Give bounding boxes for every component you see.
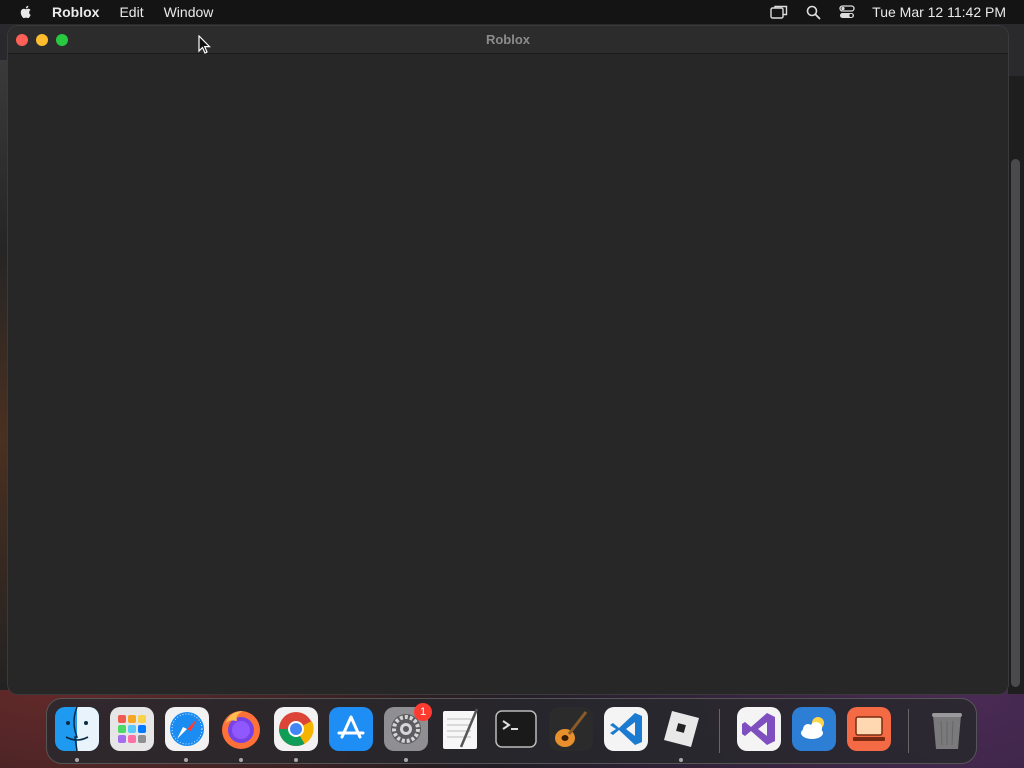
vscode-icon (604, 707, 648, 751)
textedit-icon (443, 708, 479, 749)
running-indicator (404, 758, 408, 762)
garageband-icon (549, 707, 593, 751)
dock-weather[interactable] (792, 707, 836, 751)
window-titlebar[interactable]: Roblox (8, 26, 1008, 54)
app-store-icon (329, 707, 373, 751)
dock-firefox[interactable] (219, 707, 263, 751)
menu-bar: Roblox Edit Window Tue Mar 12 11:42 PM (0, 0, 1024, 24)
menu-app-name[interactable]: Roblox (52, 4, 99, 20)
dock-app-store[interactable] (329, 707, 373, 751)
dock-vscode[interactable] (604, 707, 648, 751)
dock-visual-studio[interactable] (737, 707, 781, 751)
window-title: Roblox (485, 32, 531, 47)
dock: 1 (46, 698, 977, 764)
background-window-edge (0, 60, 8, 690)
firefox-icon (222, 711, 260, 749)
launchpad-icon (110, 707, 154, 751)
background-window-right (1008, 24, 1024, 694)
notification-badge: 1 (414, 703, 432, 721)
dock-finder[interactable] (55, 707, 99, 751)
dock-roblox[interactable] (659, 707, 703, 751)
roblox-icon (664, 711, 699, 747)
finder-icon (55, 707, 99, 751)
menubar-clock[interactable]: Tue Mar 12 11:42 PM (872, 4, 1006, 20)
running-indicator (75, 758, 79, 762)
screen-sharing-icon (847, 707, 891, 751)
mouse-cursor-icon (198, 35, 211, 54)
running-indicator (294, 758, 298, 762)
visual-studio-icon (737, 707, 781, 751)
trash-icon (932, 713, 962, 749)
running-indicator (184, 758, 188, 762)
running-indicator (239, 758, 243, 762)
dock-trash[interactable] (925, 707, 969, 751)
spotlight-search-icon[interactable] (804, 4, 822, 20)
weather-icon (792, 707, 836, 751)
running-indicator (679, 758, 683, 762)
dock-terminal[interactable] (494, 707, 538, 751)
screen-mirroring-icon[interactable] (770, 4, 788, 20)
apple-icon[interactable] (18, 4, 34, 20)
dock-launchpad[interactable] (110, 707, 154, 751)
terminal-icon (495, 710, 537, 748)
dock-separator (908, 709, 909, 753)
menu-edit[interactable]: Edit (119, 4, 143, 20)
scrollbar-thumb[interactable] (1011, 159, 1020, 687)
chrome-icon (274, 707, 318, 751)
background-window-top (1008, 24, 1024, 76)
menubar-status-area: Tue Mar 12 11:42 PM (754, 0, 1024, 24)
dock-chrome[interactable] (274, 707, 318, 751)
dock-garageband[interactable] (549, 707, 593, 751)
dock-system-settings[interactable]: 1 (384, 703, 432, 751)
dock-separator (719, 709, 720, 753)
dock-safari[interactable] (165, 707, 209, 751)
menu-window[interactable]: Window (164, 4, 214, 20)
dock-textedit[interactable] (439, 707, 483, 751)
window-content[interactable] (8, 54, 1008, 694)
dock-screen-sharing[interactable] (847, 707, 891, 751)
roblox-window: Roblox (8, 26, 1008, 694)
safari-icon (165, 707, 209, 751)
control-center-icon[interactable] (838, 4, 856, 20)
